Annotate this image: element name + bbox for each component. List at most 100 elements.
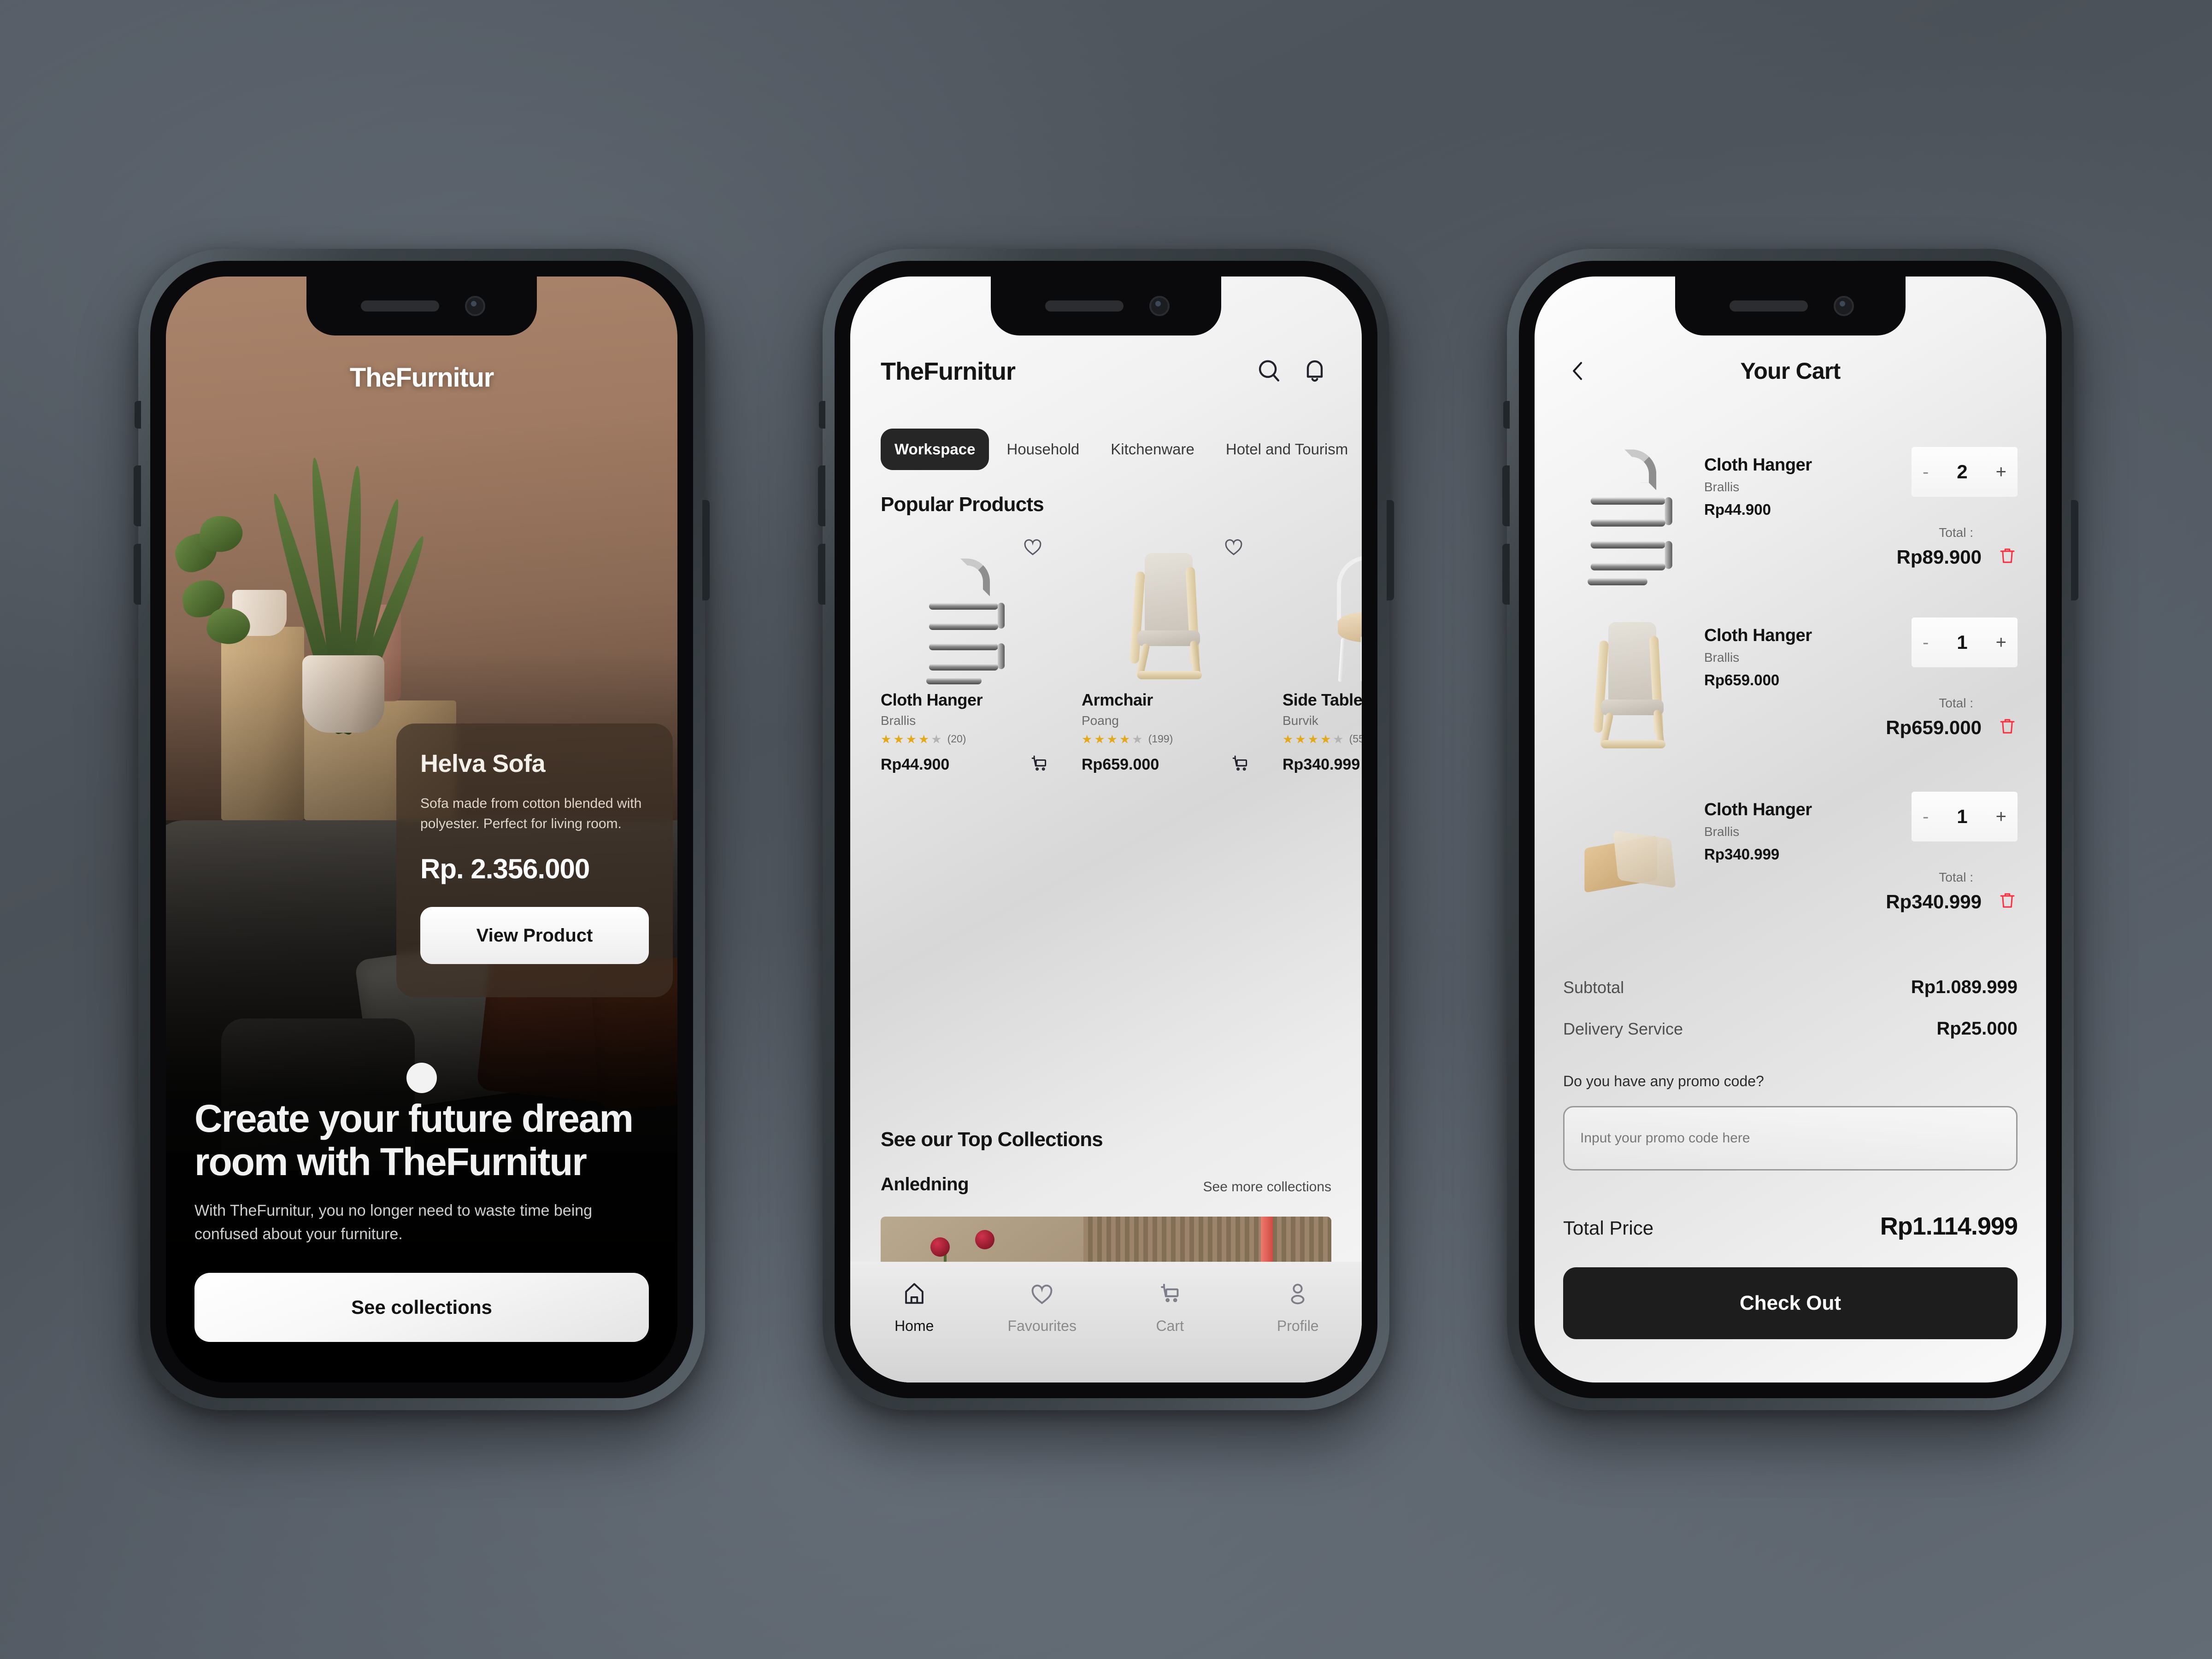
cart-item-brand: Brallis: [1704, 480, 1740, 494]
tab-hotel-and-tourism[interactable]: Hotel and Tourism: [1212, 429, 1362, 470]
mute-switch[interactable]: [819, 401, 825, 429]
product-name: Armchair: [1082, 690, 1153, 709]
nav-label: Profile: [1277, 1318, 1319, 1334]
review-count: (199): [1148, 733, 1173, 745]
view-product-button[interactable]: View Product: [420, 907, 649, 964]
featured-product-card[interactable]: Helva Sofa Sofa made from cotton blended…: [396, 724, 673, 997]
decrement-button[interactable]: -: [1923, 462, 1929, 482]
cart-item-price: Rp340.999: [1704, 846, 1780, 863]
back-button[interactable]: [1563, 356, 1593, 386]
cart-item-name: Cloth Hanger: [1704, 626, 1812, 645]
search-icon[interactable]: [1253, 355, 1286, 388]
armchair-illustration: [1118, 553, 1215, 682]
see-more-collections-link[interactable]: See more collections: [1203, 1179, 1331, 1195]
tab-household[interactable]: Household: [993, 429, 1093, 470]
cart-item-price: Rp659.000: [1704, 671, 1780, 688]
quantity-value: 2: [1957, 461, 1968, 482]
power-button[interactable]: [1387, 500, 1394, 600]
cart-item-name: Cloth Hanger: [1704, 455, 1812, 475]
home-page: TheFurnitur Workspace Household Kitchenw…: [850, 276, 1362, 1382]
tab-kitchenware[interactable]: Kitchenware: [1097, 429, 1208, 470]
decrement-button[interactable]: -: [1923, 806, 1929, 827]
increment-button[interactable]: +: [1996, 463, 2006, 481]
product-card[interactable]: Armchair Poang ★ ★ ★ ★ ★ (199) Rp659.000: [1082, 539, 1251, 777]
quantity-stepper[interactable]: - 1 +: [1912, 792, 2018, 841]
top-collections-heading: See our Top Collections: [881, 1128, 1103, 1151]
subtotal-row: Subtotal Rp1.089.999: [1563, 977, 2018, 998]
profile-icon: [1284, 1280, 1311, 1309]
side-table-illustration: [1321, 553, 1362, 682]
app-logo: TheFurnitur: [881, 358, 1016, 385]
cart-icon: [1157, 1280, 1183, 1309]
product-card[interactable]: Side Table Burvik ★★★★★ (55) Rp340.999: [1282, 544, 1362, 777]
cart-item-total-value: Rp659.000: [1886, 716, 1982, 738]
volume-down-button[interactable]: [818, 544, 825, 605]
add-to-cart-icon[interactable]: [1028, 753, 1050, 777]
earpiece-speaker: [361, 300, 439, 312]
cart-item-total-label: Total :: [1939, 696, 1973, 710]
volume-up-button[interactable]: [818, 465, 825, 526]
increment-button[interactable]: +: [1996, 633, 2006, 652]
bottom-navigation: Home Favourites Cart Profile: [850, 1262, 1362, 1382]
product-brand: Poang: [1082, 713, 1119, 728]
tab-workspace[interactable]: Workspace: [881, 429, 989, 470]
heart-icon[interactable]: [1022, 535, 1044, 560]
cart-item-total-label: Total :: [1939, 525, 1973, 540]
total-price-value: Rp1.114.999: [1880, 1212, 2018, 1240]
delete-icon[interactable]: [1997, 546, 2018, 568]
increment-button[interactable]: +: [1996, 807, 2006, 826]
mute-switch[interactable]: [135, 401, 141, 429]
nav-item-favourites[interactable]: Favourites: [978, 1280, 1106, 1335]
home-header: TheFurnitur: [881, 355, 1331, 388]
hero-footer: Create your future dream room with TheFu…: [166, 1097, 677, 1382]
cart-item-row: Cloth Hanger Brallis Rp659.000 - 1 + Tot…: [1563, 618, 2018, 756]
collection-header-row: Anledning See more collections: [881, 1174, 1331, 1195]
presentation-canvas: TheFurnitur Helva Sofa Sofa made from co…: [0, 0, 2212, 1659]
decrement-button[interactable]: -: [1923, 632, 1929, 653]
nav-item-profile[interactable]: Profile: [1234, 1280, 1362, 1335]
check-out-button[interactable]: Check Out: [1563, 1267, 2018, 1339]
mute-switch[interactable]: [1503, 401, 1510, 429]
quantity-value: 1: [1957, 631, 1968, 653]
cart-item-controls: - 1 + Total : Rp659.000: [1865, 618, 2018, 756]
product-card[interactable]: Cloth Hanger Brallis ★ ★ ★ ★ ★ (20) Rp44.900: [881, 539, 1050, 777]
volume-up-button[interactable]: [134, 465, 141, 526]
quantity-stepper[interactable]: - 2 +: [1912, 447, 2018, 497]
product-image-armchair: [1082, 539, 1251, 682]
volume-down-button[interactable]: [1502, 544, 1510, 605]
carousel-indicator-dot[interactable]: [406, 1063, 437, 1093]
add-to-cart-icon[interactable]: [1229, 753, 1251, 777]
product-price: Rp44.900: [881, 756, 950, 773]
nav-item-home[interactable]: Home: [850, 1280, 978, 1335]
delete-icon[interactable]: [1997, 716, 2018, 739]
heart-icon: [1029, 1280, 1055, 1309]
cart-item-price: Rp44.900: [1704, 501, 1771, 518]
volume-up-button[interactable]: [1502, 465, 1510, 526]
see-collections-button[interactable]: See collections: [194, 1273, 649, 1342]
power-button[interactable]: [2071, 500, 2078, 600]
delete-icon[interactable]: [1997, 890, 2018, 913]
featured-product-title: Helva Sofa: [420, 750, 546, 777]
app-logo: TheFurnitur: [349, 363, 494, 393]
front-camera: [465, 296, 485, 316]
featured-product-price: Rp. 2.356.000: [420, 853, 590, 884]
total-price-row: Total Price Rp1.114.999: [1563, 1212, 2018, 1241]
volume-down-button[interactable]: [134, 544, 141, 605]
cart-item-total-value: Rp340.999: [1886, 890, 1982, 912]
delivery-row: Delivery Service Rp25.000: [1563, 1018, 2018, 1039]
promo-code-field[interactable]: Input your promo code here: [1563, 1106, 2018, 1171]
nav-label: Cart: [1156, 1318, 1184, 1334]
power-button[interactable]: [702, 500, 710, 600]
nav-item-cart[interactable]: Cart: [1106, 1280, 1234, 1335]
bell-icon[interactable]: [1298, 355, 1331, 388]
product-image-side-table: [1282, 544, 1362, 682]
armchair-illustration: [1582, 622, 1678, 751]
product-name: Cloth Hanger: [881, 690, 983, 709]
phone-mockup-cart: Your Cart Cloth Hanger Brallis Rp44.900 …: [1502, 249, 2078, 1410]
cart-item-name: Cloth Hanger: [1704, 800, 1812, 819]
cart-item-row: Cloth Hanger Brallis Rp340.999 - 1 + Tot…: [1563, 792, 2018, 930]
heart-icon[interactable]: [1223, 535, 1245, 560]
product-rating: ★ ★ ★ ★ ★ (20): [881, 732, 966, 746]
popular-products-row: Cloth Hanger Brallis ★ ★ ★ ★ ★ (20) Rp44.900: [881, 539, 1362, 777]
quantity-stepper[interactable]: - 1 +: [1912, 618, 2018, 667]
